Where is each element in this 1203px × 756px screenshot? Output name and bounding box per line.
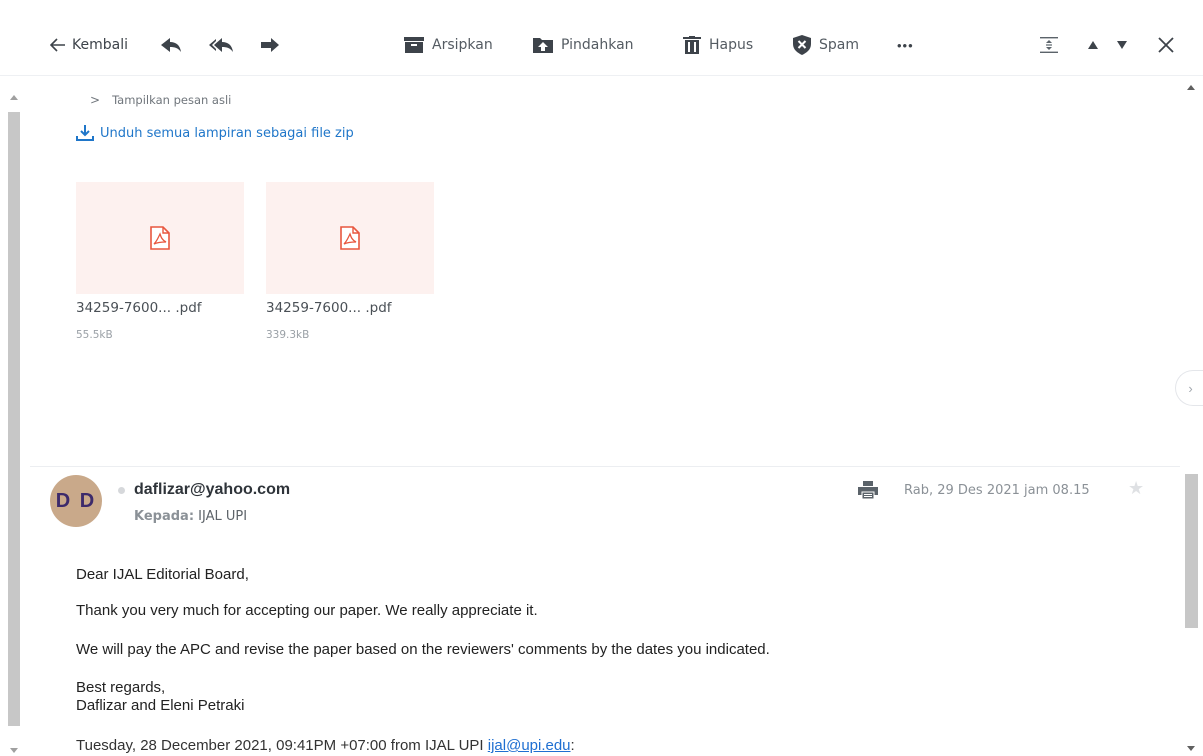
delete-button[interactable]: Hapus — [683, 33, 753, 57]
archive-label: Arsipkan — [432, 37, 493, 53]
archive-icon — [404, 37, 424, 53]
body-paragraph: We will pay the APC and revise the paper… — [76, 641, 770, 658]
presence-indicator — [118, 487, 125, 494]
scroll-down-arrow[interactable] — [10, 748, 18, 753]
chevron-right-icon: › — [1188, 380, 1193, 396]
move-folder-icon — [533, 38, 553, 53]
scroll-up-arrow[interactable] — [10, 95, 18, 100]
close-button[interactable] — [1158, 33, 1174, 57]
attachment-name[interactable]: 34259-7600... .pdf — [266, 300, 392, 316]
move-label: Pindahkan — [561, 37, 634, 53]
delete-label: Hapus — [709, 37, 754, 53]
recipient-name[interactable]: IJAL UPI — [198, 509, 247, 524]
star-icon: ★ — [1128, 478, 1145, 498]
star-button[interactable]: ★ — [1128, 478, 1144, 499]
more-button[interactable]: ••• — [897, 33, 914, 57]
body-closing: Best regards, — [76, 679, 166, 696]
message-toolbar: Kembali Arsipkan Pindahkan Hapus Spam ••… — [0, 0, 1203, 76]
caret-up-icon — [1088, 41, 1098, 49]
pdf-icon — [340, 226, 360, 250]
reply-all-icon — [209, 38, 233, 52]
body-greeting: Dear IJAL Editorial Board, — [76, 566, 249, 583]
forward-button[interactable] — [260, 33, 280, 57]
side-panel-toggle[interactable]: › — [1175, 370, 1203, 406]
scroll-up-arrow[interactable] — [1187, 85, 1195, 90]
caret-down-icon — [1117, 41, 1127, 49]
spam-button[interactable]: Spam — [793, 33, 859, 57]
close-icon — [1158, 37, 1174, 53]
message-scrollbar[interactable] — [1180, 76, 1203, 756]
printer-icon — [858, 481, 878, 500]
download-all-link[interactable]: Unduh semua lampiran sebagai file zip — [76, 124, 354, 142]
message-date: Rab, 29 Des 2021 jam 08.15 — [904, 483, 1090, 498]
shield-icon — [793, 35, 811, 55]
previous-message-button[interactable] — [1088, 33, 1098, 57]
sender-email[interactable]: daflizar@yahoo.com — [134, 481, 290, 499]
reply-icon — [161, 38, 181, 52]
pdf-icon — [150, 226, 170, 250]
expand-icon — [1040, 37, 1058, 53]
quoted-email-link[interactable]: ijal@upi.edu — [488, 737, 571, 754]
attachment-thumbnail[interactable] — [266, 182, 434, 294]
forward-icon — [261, 38, 279, 52]
scrollbar-thumb[interactable] — [1185, 474, 1198, 628]
download-icon — [76, 125, 94, 141]
expand-collapse-button[interactable] — [1040, 33, 1058, 57]
attachment-name[interactable]: 34259-7600... .pdf — [76, 300, 202, 316]
quoted-header-text: Tuesday, 28 December 2021, 09:41PM +07:0… — [76, 737, 484, 754]
scroll-down-arrow[interactable] — [1187, 746, 1195, 751]
more-label: ••• — [897, 37, 914, 53]
back-label: Kembali — [72, 37, 128, 53]
recipient-line: Kepada: IJAL UPI — [134, 509, 247, 524]
message-divider — [30, 466, 1180, 467]
trash-icon — [683, 36, 701, 54]
attachment-size: 55.5kB — [76, 329, 113, 341]
body-signature: Daflizar and Eleni Petraki — [76, 697, 245, 714]
move-button[interactable]: Pindahkan — [533, 33, 634, 57]
download-all-label: Unduh semua lampiran sebagai file zip — [100, 125, 354, 141]
reply-all-button[interactable] — [208, 33, 234, 57]
body-paragraph: Thank you very much for accepting our pa… — [76, 602, 538, 619]
reply-button[interactable] — [160, 33, 182, 57]
quoted-header: Tuesday, 28 December 2021, 09:41PM +07:0… — [76, 737, 575, 754]
show-original-label: Tampilkan pesan asli — [112, 93, 232, 107]
chevron-right-icon: > — [90, 93, 101, 107]
quoted-header-suffix: : — [570, 737, 575, 754]
attachment-size: 339.3kB — [266, 329, 310, 341]
next-message-button[interactable] — [1117, 33, 1127, 57]
archive-button[interactable]: Arsipkan — [404, 33, 493, 57]
back-button[interactable]: Kembali — [50, 33, 128, 57]
arrow-left-icon — [50, 38, 65, 52]
spam-label: Spam — [819, 37, 859, 53]
avatar[interactable]: D D — [50, 475, 102, 527]
to-label: Kepada: — [134, 509, 195, 524]
show-original-toggle[interactable]: > Tampilkan pesan asli — [90, 93, 231, 107]
outer-scrollbar[interactable] — [0, 76, 30, 756]
scrollbar-thumb[interactable] — [8, 112, 20, 726]
attachment-thumbnail[interactable] — [76, 182, 244, 294]
print-button[interactable] — [858, 481, 878, 504]
